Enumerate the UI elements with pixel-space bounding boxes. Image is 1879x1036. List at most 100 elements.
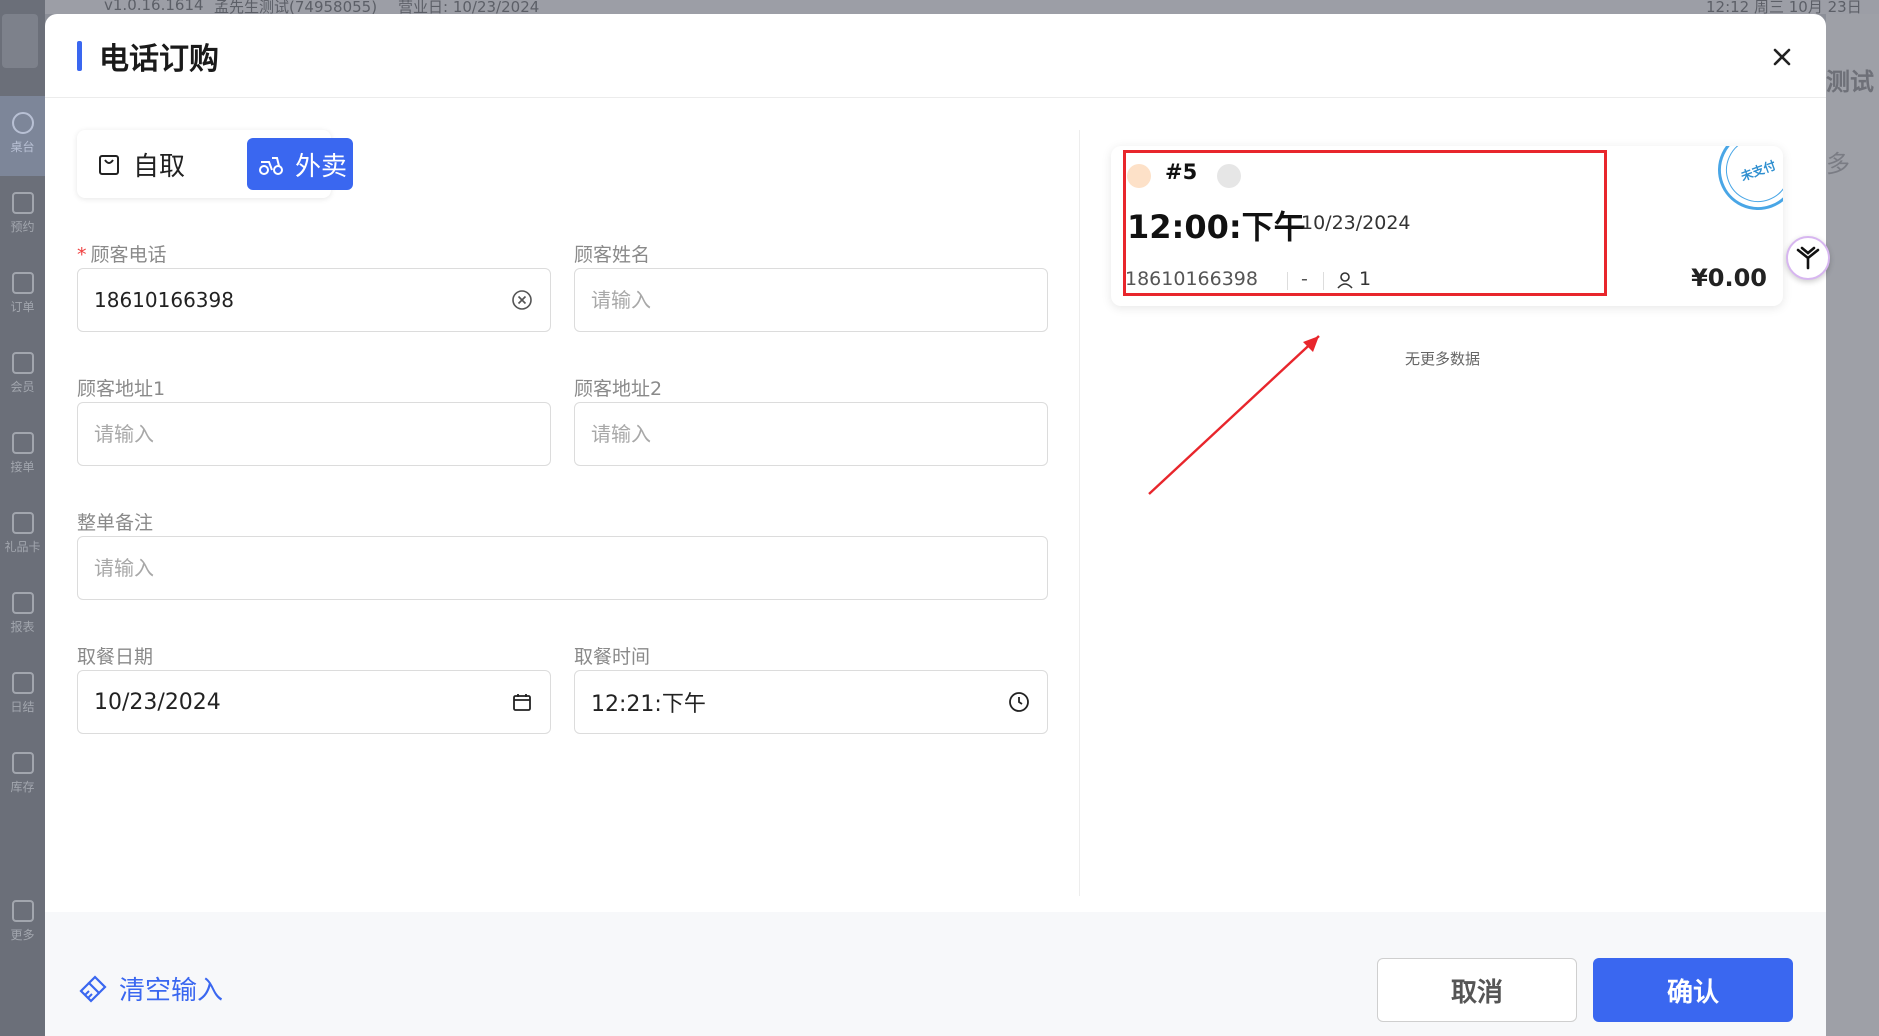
address2-field[interactable] xyxy=(574,402,1048,466)
order-number: #5 xyxy=(1165,160,1198,184)
divider xyxy=(1287,272,1288,290)
address2-label: 顾客地址2 xyxy=(574,378,663,400)
address2-input[interactable] xyxy=(591,422,1031,446)
note-field[interactable] xyxy=(77,536,1048,600)
delivery-type-icon xyxy=(1217,164,1241,188)
order-time: 12:00:下午 xyxy=(1127,208,1306,246)
annotation-arrow xyxy=(1148,335,1320,495)
unpaid-stamp: 未支付 xyxy=(1706,146,1783,222)
pickup-time-field[interactable]: 12:21:下午 xyxy=(574,670,1048,734)
clear-input-button[interactable]: 清空输入 xyxy=(77,970,223,1007)
unpaid-stamp-text: 未支付 xyxy=(1716,146,1783,212)
sidebar-item-label: 礼品卡 xyxy=(4,540,41,554)
sidebar-item-label: 报表 xyxy=(10,620,35,634)
clock-icon[interactable] xyxy=(1007,690,1031,714)
dialog-title: 电话订购 xyxy=(99,42,219,77)
cancel-button[interactable]: 取消 xyxy=(1377,958,1577,1022)
pickup-time-label: 取餐时间 xyxy=(574,646,651,668)
sidebar-item-label: 日结 xyxy=(10,700,35,714)
note-label: 整单备注 xyxy=(77,512,154,534)
phone-value: 18610166398 xyxy=(94,288,234,312)
gift-card-icon xyxy=(11,512,34,534)
broom-icon xyxy=(79,974,107,1003)
no-more-data: 无更多数据 xyxy=(1405,350,1481,368)
order-amount: ¥0.00 xyxy=(1691,264,1767,292)
divider xyxy=(1323,272,1324,290)
name-field[interactable] xyxy=(574,268,1048,332)
background-more: 多 xyxy=(1826,150,1850,178)
background-status-bar: v1.0.16.1614 孟先生测试(74958055) 营业日: 10/23/… xyxy=(0,0,1879,16)
tab-delivery-label: 外卖 xyxy=(295,151,348,182)
sidebar-item-daily-close[interactable]: 日结 xyxy=(0,672,45,715)
name-input[interactable] xyxy=(591,288,1031,312)
sidebar-item-report[interactable]: 报表 xyxy=(0,592,45,635)
background-right-panel: 测试 多 xyxy=(1826,14,1879,1036)
reservation-icon xyxy=(11,192,34,214)
sidebar-item-gift-card[interactable]: 礼品卡 xyxy=(0,512,45,555)
app-version: v1.0.16.1614 xyxy=(104,0,204,14)
dialog-footer: 清空输入 取消 确认 xyxy=(45,912,1826,1036)
sidebar-item-label: 桌台 xyxy=(10,140,35,154)
calendar-icon[interactable] xyxy=(510,690,534,714)
close-icon[interactable] xyxy=(1767,42,1797,72)
phone-label-text: 顾客电话 xyxy=(90,244,167,266)
phone-icon xyxy=(1127,164,1151,188)
note-input[interactable] xyxy=(94,556,1031,580)
order-card[interactable]: #5 12:00:下午 10/23/2024 18610166398 - 1 ¥… xyxy=(1111,146,1783,306)
clear-input-icon[interactable] xyxy=(510,288,534,312)
sidebar-item-member[interactable]: 会员 xyxy=(0,352,45,395)
pickup-date-value: 10/23/2024 xyxy=(94,689,221,715)
sidebar-item-accept-order[interactable]: 接单 xyxy=(0,432,45,475)
name-label: 顾客姓名 xyxy=(574,244,651,266)
pickup-time-value: 12:21:下午 xyxy=(591,692,706,717)
sidebar-item-label: 预约 xyxy=(10,220,35,234)
pickup-date-field[interactable]: 10/23/2024 xyxy=(77,670,551,734)
sidebar-item-label: 接单 xyxy=(10,460,35,474)
background-title: 测试 xyxy=(1826,68,1874,96)
confirm-button[interactable]: 确认 xyxy=(1593,958,1793,1022)
phone-order-dialog: 电话订购 自取 外卖 * 顾客电话 18610166398 顾客姓名 请输入 顾… xyxy=(45,14,1826,1036)
report-icon xyxy=(11,592,34,614)
dialog-header: 电话订购 xyxy=(45,14,1826,98)
sidebar-item-label: 会员 xyxy=(10,380,35,394)
required-mark: * xyxy=(77,244,87,266)
sidebar-item-reservation[interactable]: 预约 xyxy=(0,192,45,235)
person-icon xyxy=(1337,272,1353,289)
inventory-icon xyxy=(11,752,34,774)
accept-order-icon xyxy=(11,432,34,454)
table-icon xyxy=(11,112,34,134)
assistant-icon xyxy=(1796,246,1820,270)
shopping-bag-icon xyxy=(99,155,119,175)
daily-close-icon xyxy=(11,672,34,694)
member-icon xyxy=(11,352,34,374)
more-icon xyxy=(11,900,34,922)
sidebar-item-label: 库存 xyxy=(10,780,35,794)
tab-pickup[interactable]: 自取 xyxy=(85,138,213,190)
panel-divider xyxy=(1079,130,1080,896)
sidebar-item-table[interactable]: 桌台 xyxy=(0,112,45,155)
orders-icon xyxy=(11,272,34,294)
order-customer-name: - xyxy=(1301,268,1308,290)
avatar xyxy=(2,14,38,68)
order-phone: 18610166398 xyxy=(1125,268,1258,290)
phone-field[interactable]: 18610166398 xyxy=(77,268,551,332)
tab-delivery[interactable]: 外卖 xyxy=(247,138,353,190)
sidebar-item-label: 更多 xyxy=(10,928,35,942)
sidebar-item-more[interactable]: 更多 xyxy=(0,900,45,943)
title-accent-bar xyxy=(77,41,82,71)
guest-count: 1 xyxy=(1359,268,1372,290)
order-type-switch: 自取 外卖 xyxy=(77,130,353,198)
scooter-icon xyxy=(259,157,283,175)
address1-label: 顾客地址1 xyxy=(77,378,166,400)
pickup-date-label: 取餐日期 xyxy=(77,646,154,668)
order-date: 10/23/2024 xyxy=(1301,212,1411,234)
phone-label: * 顾客电话 xyxy=(77,240,167,267)
sidebar-item-orders[interactable]: 订单 xyxy=(0,272,45,315)
address1-field[interactable] xyxy=(77,402,551,466)
sidebar-item-inventory[interactable]: 库存 xyxy=(0,752,45,795)
assistant-float-button[interactable] xyxy=(1786,236,1830,280)
tab-pickup-label: 自取 xyxy=(133,151,186,182)
address1-input[interactable] xyxy=(94,422,534,446)
clear-input-label: 清空输入 xyxy=(119,976,224,1006)
background-sidebar: 桌台 预约 订单 会员 接单 礼品卡 报表 日结 库存 更多 xyxy=(0,0,45,1036)
